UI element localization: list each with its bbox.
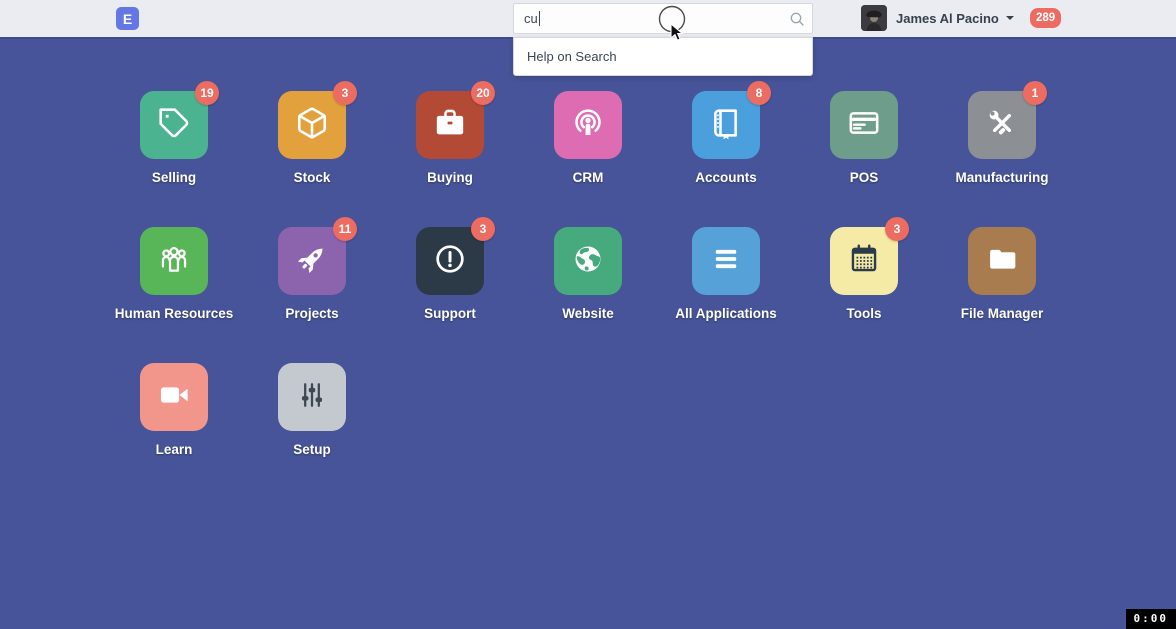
user-name: James Al Pacino [896, 11, 999, 26]
app-icon-box[interactable]: 19 [140, 91, 208, 159]
app-label: Learn [156, 442, 193, 457]
app-icon-box[interactable] [140, 227, 208, 295]
app-icon-box[interactable]: 20 [416, 91, 484, 159]
credit-card-icon [847, 106, 881, 145]
app-tile-file-manager[interactable]: File Manager [933, 227, 1071, 321]
search-input-value: cu [524, 11, 538, 26]
app-label: Manufacturing [956, 170, 1049, 185]
app-tile-support[interactable]: 3 Support [381, 227, 519, 321]
app-tile-website[interactable]: Website [519, 227, 657, 321]
app-icon-box[interactable] [968, 227, 1036, 295]
app-label: Stock [294, 170, 331, 185]
app-label: Selling [152, 170, 196, 185]
ledger-book-icon [709, 106, 743, 145]
app-icon-box[interactable]: 11 [278, 227, 346, 295]
sliders-icon [295, 378, 329, 417]
app-badge-count: 3 [471, 217, 495, 241]
app-badge-count: 3 [885, 217, 909, 241]
app-label: POS [850, 170, 879, 185]
app-icon-box[interactable] [278, 363, 346, 431]
app-icon-box[interactable] [140, 363, 208, 431]
globe-icon [571, 242, 605, 281]
app-tile-setup[interactable]: Setup [243, 363, 381, 457]
app-tile-stock[interactable]: 3 Stock [243, 91, 381, 185]
app-label: Support [424, 306, 476, 321]
app-logo[interactable]: E [116, 7, 139, 30]
app-label: Human Resources [115, 306, 234, 321]
calendar-icon [847, 242, 881, 281]
app-tile-pos[interactable]: POS [795, 91, 933, 185]
app-icon-box[interactable] [554, 91, 622, 159]
app-tile-tools[interactable]: 3 Tools [795, 227, 933, 321]
app-label: Buying [427, 170, 473, 185]
app-tile-buying[interactable]: 20 Buying [381, 91, 519, 185]
search-input[interactable]: cu [513, 3, 813, 34]
app-badge-count: 11 [333, 217, 357, 241]
tag-icon [157, 106, 191, 145]
app-icon-box[interactable]: 3 [278, 91, 346, 159]
user-menu[interactable]: James Al Pacino [861, 5, 1014, 31]
notification-badge[interactable]: 289 [1030, 8, 1061, 28]
chevron-down-icon [1006, 16, 1014, 20]
app-icon-box[interactable]: 8 [692, 91, 760, 159]
app-tile-selling[interactable]: 19 Selling [105, 91, 243, 185]
app-badge-count: 19 [195, 81, 219, 105]
app-tile-crm[interactable]: CRM [519, 91, 657, 185]
app-badge-count: 8 [747, 81, 771, 105]
app-label: File Manager [961, 306, 1044, 321]
app-label: Accounts [695, 170, 757, 185]
search-icon[interactable] [789, 11, 805, 27]
app-icon-box[interactable]: 3 [830, 227, 898, 295]
app-label: Website [562, 306, 614, 321]
app-tile-projects[interactable]: 11 Projects [243, 227, 381, 321]
rocket-icon [295, 242, 329, 281]
navbar: E cu Help on Search James Al Pacino [0, 0, 1176, 39]
menu-bars-icon [709, 242, 743, 281]
app-label: All Applications [675, 306, 777, 321]
folder-icon [985, 242, 1019, 281]
app-grid: 19 Selling 3 Stock 20 Buying CRM 8 Accou… [105, 91, 1071, 499]
user-avatar [861, 5, 887, 31]
app-label: Tools [847, 306, 882, 321]
box-icon [295, 106, 329, 145]
app-badge-count: 1 [1023, 81, 1047, 105]
app-badge-count: 20 [471, 81, 495, 105]
app-tile-learn[interactable]: Learn [105, 363, 243, 457]
app-icon-box[interactable] [554, 227, 622, 295]
video-camera-icon [157, 378, 191, 417]
app-tile-manufacturing[interactable]: 1 Manufacturing [933, 91, 1071, 185]
app-label: CRM [573, 170, 604, 185]
people-group-icon [157, 242, 191, 281]
search-dropdown: Help on Search [513, 37, 813, 76]
app-tile-accounts[interactable]: 8 Accounts [657, 91, 795, 185]
app-tile-human-resources[interactable]: Human Resources [105, 227, 243, 321]
recording-timer: 0:00 [1126, 609, 1176, 629]
app-icon-box[interactable] [692, 227, 760, 295]
app-icon-box[interactable]: 3 [416, 227, 484, 295]
app-icon-box[interactable] [830, 91, 898, 159]
app-label: Projects [285, 306, 338, 321]
broadcast-person-icon [571, 106, 605, 145]
text-caret [539, 11, 540, 26]
app-tile-all-applications[interactable]: All Applications [657, 227, 795, 321]
issue-exclamation-icon [433, 242, 467, 281]
search-dropdown-item-help[interactable]: Help on Search [514, 38, 812, 75]
wrench-screwdriver-icon [985, 106, 1019, 145]
briefcase-icon [433, 106, 467, 145]
app-badge-count: 3 [333, 81, 357, 105]
search-area: cu Help on Search [513, 3, 813, 76]
app-label: Setup [293, 442, 331, 457]
app-icon-box[interactable]: 1 [968, 91, 1036, 159]
